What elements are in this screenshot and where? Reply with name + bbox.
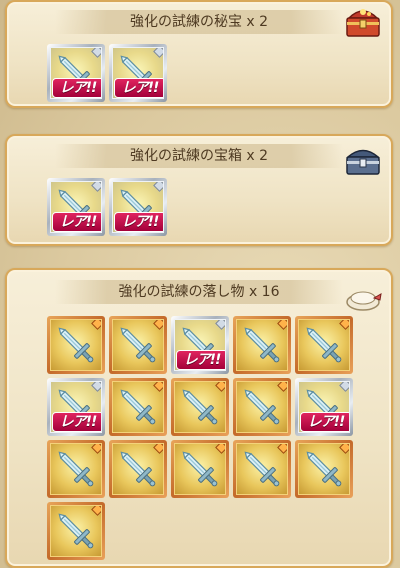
- item-frame: [298, 443, 350, 495]
- rare-badge: レア!!: [52, 78, 101, 98]
- section-title: 強化の試練の落し物 x 16: [118, 284, 280, 300]
- item-frame: レア!!: [174, 319, 226, 371]
- item-frame: [112, 319, 164, 371]
- red-treasure-chest-icon: [341, 2, 385, 42]
- reward-item[interactable]: [109, 378, 167, 436]
- sword-icon: [244, 451, 280, 487]
- reward-item[interactable]: レア!!: [47, 378, 105, 436]
- item-frame: [112, 443, 164, 495]
- sword-icon: [306, 327, 342, 363]
- rare-badge: レア!!: [176, 350, 225, 370]
- item-frame: [50, 319, 102, 371]
- item-frame: [298, 319, 350, 371]
- section-title: 強化の試練の秘宝 x 2: [129, 14, 269, 30]
- section-title: 強化の試練の宝箱 x 2: [129, 148, 269, 164]
- item-frame: レア!!: [50, 47, 102, 99]
- reward-item[interactable]: [171, 440, 229, 498]
- reward-item[interactable]: レア!!: [295, 378, 353, 436]
- item-frame: [50, 443, 102, 495]
- sword-icon: [244, 389, 280, 425]
- sword-icon: [58, 451, 94, 487]
- reward-item[interactable]: [233, 378, 291, 436]
- item-frame: [50, 505, 102, 557]
- sword-icon: [182, 451, 218, 487]
- reward-item[interactable]: レア!!: [171, 316, 229, 374]
- item-frame: レア!!: [112, 181, 164, 233]
- sword-icon: [120, 389, 156, 425]
- item-frame: [174, 443, 226, 495]
- item-frame: レア!!: [50, 381, 102, 433]
- item-frame: [112, 381, 164, 433]
- item-frame: [236, 443, 288, 495]
- sword-icon: [306, 451, 342, 487]
- blue-treasure-chest-icon: [341, 140, 385, 180]
- rare-badge: レア!!: [300, 412, 349, 432]
- reward-item[interactable]: [47, 316, 105, 374]
- item-frame: レア!!: [112, 47, 164, 99]
- rare-badge: レア!!: [52, 412, 101, 432]
- reward-section-secret-treasure: 強化の試練の秘宝 x 2 レア!! レア!!: [5, 0, 393, 108]
- item-frame: レア!!: [50, 181, 102, 233]
- rare-badge: レア!!: [114, 212, 163, 232]
- pouch-icon: [341, 276, 385, 316]
- item-frame: レア!!: [298, 381, 350, 433]
- reward-item[interactable]: [109, 316, 167, 374]
- item-frame: [236, 319, 288, 371]
- reward-item[interactable]: レア!!: [109, 44, 167, 102]
- reward-section-treasure-box: 強化の試練の宝箱 x 2 レア!! レア!!: [5, 134, 393, 246]
- sword-icon: [182, 389, 218, 425]
- reward-list: 強化の試練の秘宝 x 2 レア!! レア!! 強化の試練の宝箱 x 2 レア!!…: [0, 0, 400, 568]
- sword-icon: [244, 327, 280, 363]
- item-frame: [174, 381, 226, 433]
- reward-item[interactable]: [109, 440, 167, 498]
- reward-item[interactable]: [171, 378, 229, 436]
- reward-item[interactable]: [47, 440, 105, 498]
- sword-icon: [58, 513, 94, 549]
- reward-item[interactable]: [295, 316, 353, 374]
- reward-item[interactable]: レア!!: [47, 44, 105, 102]
- reward-item[interactable]: [233, 316, 291, 374]
- item-frame: [236, 381, 288, 433]
- reward-item[interactable]: [233, 440, 291, 498]
- reward-item[interactable]: レア!!: [47, 178, 105, 236]
- sword-icon: [120, 327, 156, 363]
- rare-badge: レア!!: [114, 78, 163, 98]
- reward-item[interactable]: [295, 440, 353, 498]
- sword-icon: [58, 327, 94, 363]
- rare-badge: レア!!: [52, 212, 101, 232]
- reward-section-dropped-items: 強化の試練の落し物 x 16 レア!! レア!! レア!!: [5, 268, 393, 568]
- sword-icon: [120, 451, 156, 487]
- reward-item[interactable]: レア!!: [109, 178, 167, 236]
- reward-item[interactable]: [47, 502, 105, 560]
